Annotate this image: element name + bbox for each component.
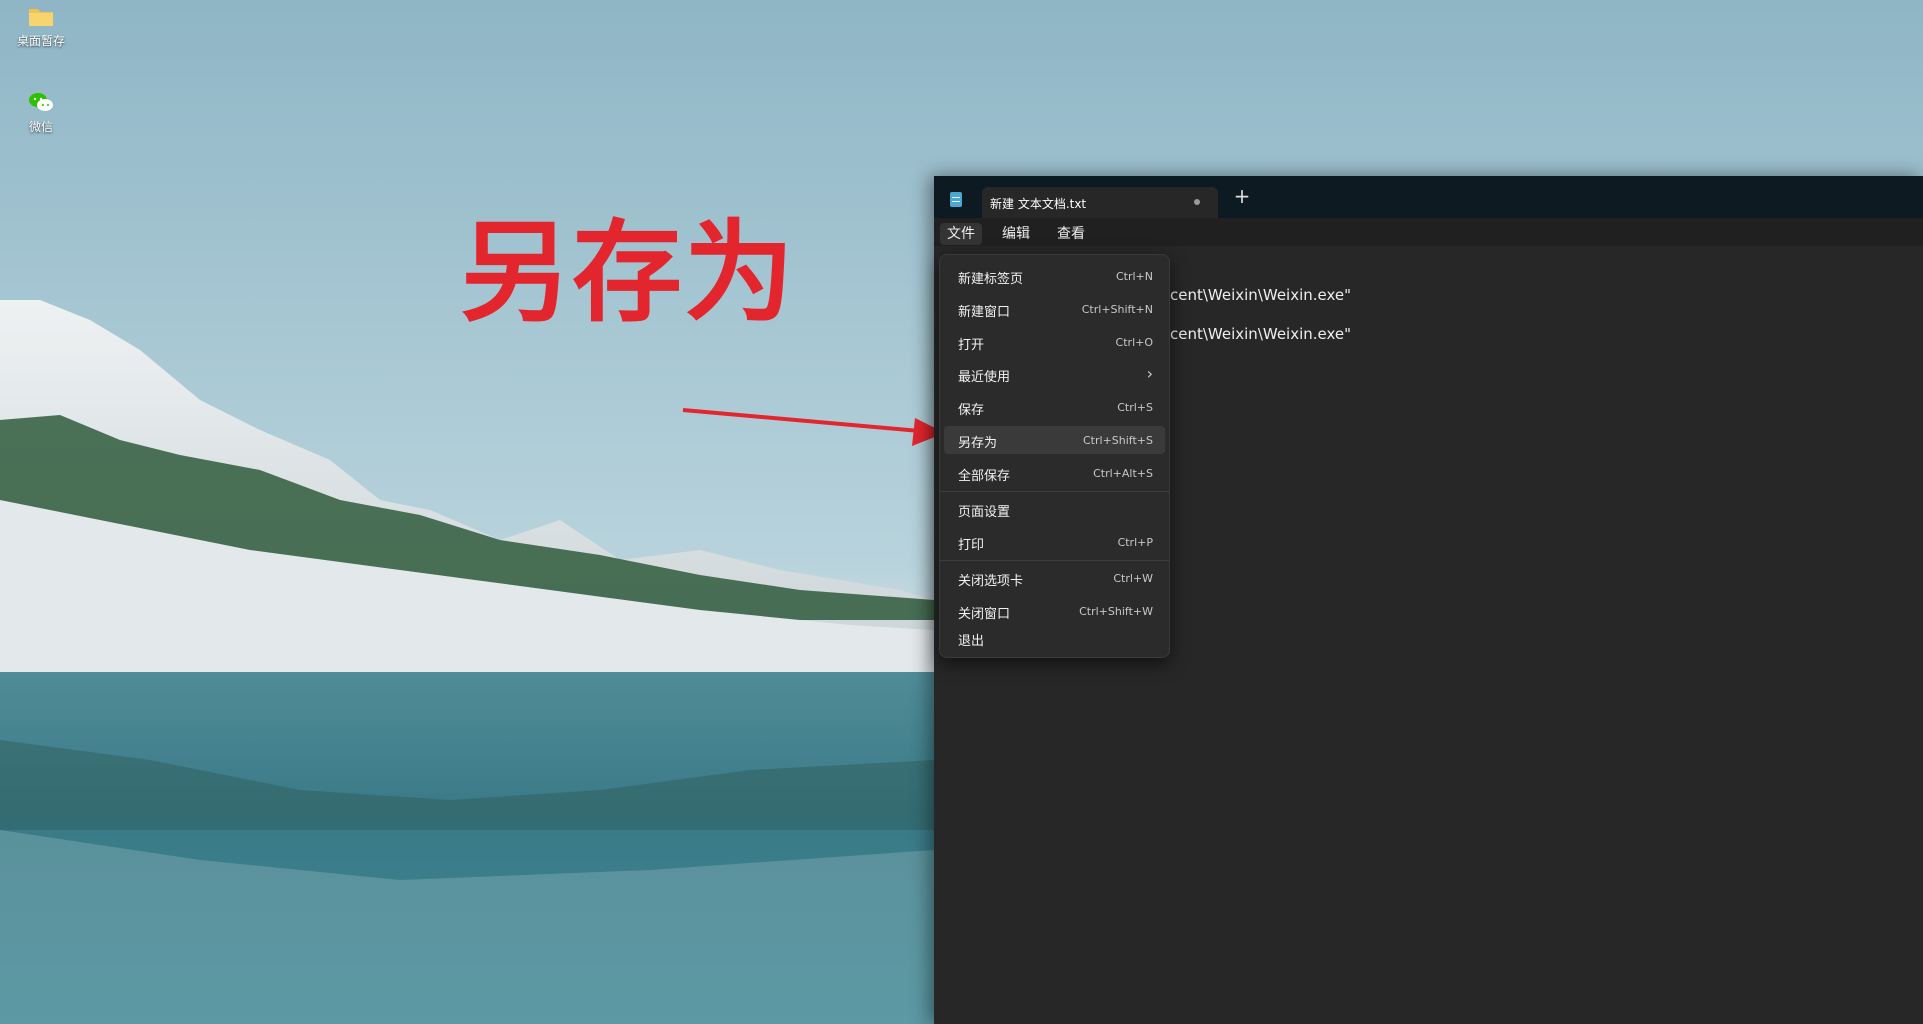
menu-item-recent[interactable]: 最近使用 ›	[944, 360, 1165, 388]
menu-item-shortcut: Ctrl+N	[1115, 270, 1153, 283]
menu-item-label: 退出	[958, 634, 985, 649]
menu-item-label: 页面设置	[958, 505, 1011, 520]
menu-item-shortcut: Ctrl+Shift+S	[1083, 434, 1153, 447]
menu-item-print[interactable]: 打印 Ctrl+P	[944, 528, 1165, 556]
editor-line: cent\Weixin\Weixin.exe"	[1170, 325, 1352, 343]
menu-item-label: 另存为	[958, 436, 998, 451]
menu-item-label: 打开	[958, 338, 985, 353]
menu-item-shortcut: Ctrl+O	[1115, 336, 1153, 349]
menu-separator	[940, 560, 1169, 561]
menu-separator	[940, 491, 1169, 492]
menu-item-shortcut: Ctrl+Shift+W	[1079, 605, 1153, 618]
annotation-caption: 另存为	[460, 209, 796, 337]
menu-item-close-window[interactable]: 关闭窗口 Ctrl+Shift+W	[944, 597, 1165, 625]
menu-item-exit[interactable]: 退出	[944, 624, 1165, 652]
menu-item-label: 新建窗口	[958, 305, 1011, 320]
desktop-icon-folder[interactable]: 桌面暂存	[6, 4, 76, 48]
menu-view[interactable]: 查看	[1050, 223, 1092, 245]
chevron-right-icon: ›	[1146, 364, 1153, 383]
menu-item-shortcut: Ctrl+Shift+N	[1081, 303, 1153, 316]
menu-item-shortcut: Ctrl+W	[1113, 572, 1153, 585]
notepad-icon	[950, 192, 962, 207]
menu-item-label: 关闭选项卡	[958, 574, 1024, 589]
desktop-icon-label: 微信	[28, 120, 53, 134]
tab-document[interactable]: 新建 文本文档.txt	[982, 187, 1218, 218]
folder-icon	[27, 4, 55, 32]
menu-item-shortcut: Ctrl+P	[1117, 536, 1153, 549]
menu-item-label: 保存	[958, 403, 985, 418]
menu-item-new-tab[interactable]: 新建标签页 Ctrl+N	[944, 262, 1165, 290]
tab-title: 新建 文本文档.txt	[990, 197, 1087, 211]
menu-item-new-window[interactable]: 新建窗口 Ctrl+Shift+N	[944, 295, 1165, 323]
unsaved-dot-icon[interactable]	[1194, 199, 1200, 205]
menu-file[interactable]: 文件	[940, 223, 982, 245]
menu-edit[interactable]: 编辑	[995, 223, 1037, 245]
menu-item-save-all[interactable]: 全部保存 Ctrl+Alt+S	[944, 459, 1165, 487]
menu-item-page-setup[interactable]: 页面设置	[944, 495, 1165, 523]
menu-item-label: 最近使用	[958, 370, 1011, 385]
menu-item-save[interactable]: 保存 Ctrl+S	[944, 393, 1165, 421]
menu-item-close-tab[interactable]: 关闭选项卡 Ctrl+W	[944, 564, 1165, 592]
menu-item-label: 全部保存	[958, 469, 1011, 484]
menu-bar: 文件 编辑 查看	[934, 218, 1923, 246]
desktop-icon-label: 桌面暂存	[16, 34, 65, 48]
menu-item-label: 关闭窗口	[958, 607, 1011, 622]
menu-item-save-as[interactable]: 另存为 Ctrl+Shift+S	[944, 426, 1165, 454]
wechat-icon	[27, 90, 55, 118]
file-menu-dropdown: 新建标签页 Ctrl+N 新建窗口 Ctrl+Shift+N 打开 Ctrl+O…	[939, 254, 1170, 658]
menu-item-open[interactable]: 打开 Ctrl+O	[944, 328, 1165, 356]
menu-item-shortcut: Ctrl+S	[1117, 401, 1153, 414]
menu-item-shortcut: Ctrl+Alt+S	[1093, 467, 1153, 480]
new-tab-button[interactable]: +	[1230, 184, 1254, 208]
title-bar: 新建 文本文档.txt +	[934, 176, 1923, 218]
menu-item-label: 打印	[958, 538, 985, 553]
editor-line: cent\Weixin\Weixin.exe"	[1170, 286, 1352, 304]
menu-item-label: 新建标签页	[958, 272, 1024, 287]
desktop-icon-wechat[interactable]: 微信	[6, 90, 76, 134]
